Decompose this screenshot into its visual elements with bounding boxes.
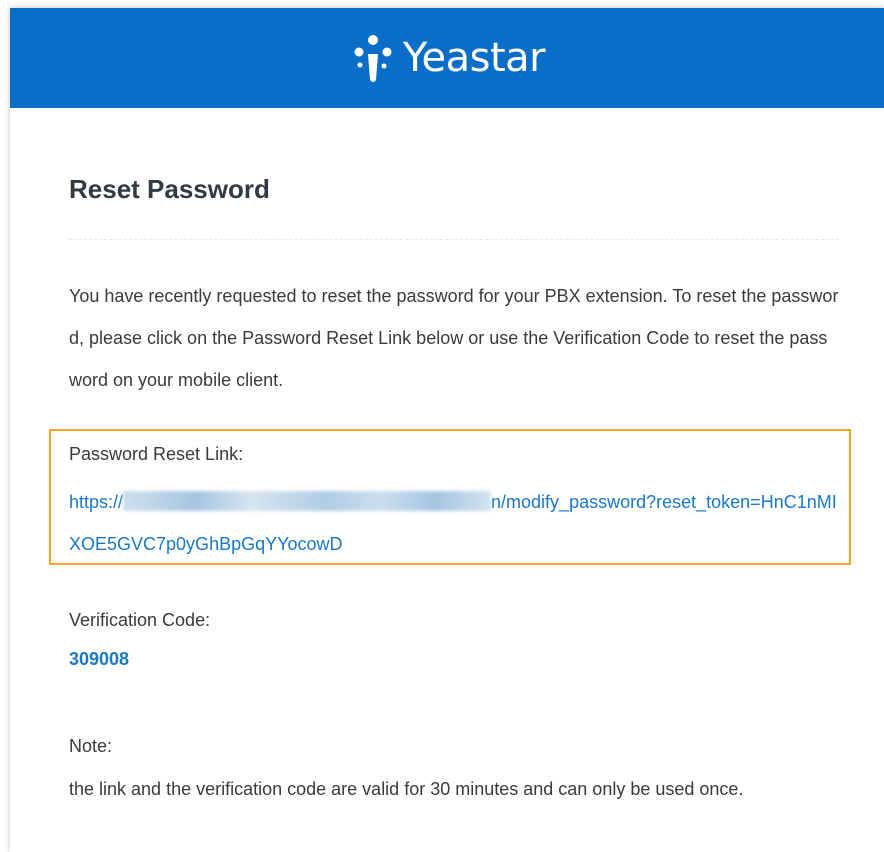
divider [69, 239, 839, 240]
page-title: Reset Password [69, 174, 270, 204]
redacted-domain [123, 491, 492, 511]
yeastar-logo-mark-icon [354, 35, 392, 82]
note-text: the link and the verification code are v… [69, 779, 744, 799]
reset-link-prefix: https:// [69, 492, 124, 512]
password-reset-link[interactable]: https://n/modify_password?reset_token=Hn… [69, 481, 839, 565]
verification-code-label: Verification Code: [69, 610, 211, 630]
intro-paragraph: You have recently requested to reset the… [69, 286, 839, 390]
email-window: Yeastar Reset Password You have recently… [10, 8, 884, 852]
email-header: Yeastar [10, 8, 884, 108]
yeastar-logo: Yeastar [349, 30, 546, 86]
brand-name: Yeastar [402, 35, 546, 81]
note-label: Note: [69, 736, 113, 756]
reset-link-label: Password Reset Link: [69, 444, 244, 464]
verification-code: 309008 [69, 649, 130, 669]
